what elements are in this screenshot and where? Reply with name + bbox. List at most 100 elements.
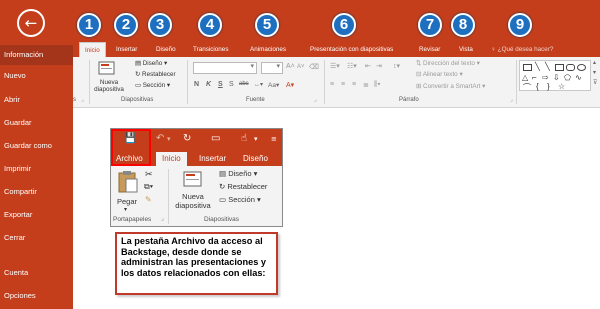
font-name-combo[interactable] — [193, 62, 257, 74]
dialog-launcher-icon[interactable]: ⌟ — [81, 96, 84, 103]
backstage-item-exportar[interactable]: Exportar — [0, 205, 73, 225]
gallery-scroll-up-icon[interactable]: ▴ — [593, 59, 596, 66]
dialog-launcher-icon[interactable]: ⌟ — [161, 215, 164, 222]
bold-button[interactable]: N — [194, 81, 199, 88]
inset-section-button[interactable]: ▭ Sección ▾ — [219, 195, 261, 204]
tab-vista[interactable]: Vista — [459, 42, 473, 57]
backstage-item-guardar[interactable]: Guardar — [0, 113, 73, 133]
reset-button[interactable]: ↻ Restablecer — [135, 71, 176, 78]
brace-left-shape-icon[interactable]: { — [536, 82, 539, 91]
brace-right-shape-icon[interactable]: } — [547, 82, 550, 91]
backstage-item-abrir[interactable]: Abrir — [0, 90, 73, 110]
backstage-item-compartir[interactable]: Compartir — [0, 182, 73, 202]
font-size-combo[interactable] — [261, 62, 283, 74]
inset-tab-inicio[interactable]: Inicio — [156, 152, 187, 166]
new-slide-button[interactable]: Nueva diapositiva — [92, 79, 126, 93]
tab-animaciones[interactable]: Animaciones — [250, 42, 286, 57]
backstage-item-imprimir[interactable]: Imprimir — [0, 159, 73, 179]
font-color-button[interactable]: A▾ — [286, 81, 294, 89]
qat-more-icon[interactable]: ≡ — [271, 135, 277, 143]
backstage-item-informacion[interactable]: Información — [0, 45, 73, 65]
inset-tab-diseno[interactable]: Diseño — [243, 152, 268, 166]
down-arrow-shape-icon[interactable]: ⇩ — [553, 73, 560, 82]
smartart-button[interactable]: ⊞ Convertir a SmartArt ▾ — [416, 83, 485, 90]
tab-diseno[interactable]: Diseño — [156, 42, 176, 57]
group-separator — [168, 169, 169, 224]
textbox-shape-icon[interactable] — [523, 64, 532, 71]
badge-1: 1 — [77, 13, 101, 37]
right-arrow-shape-icon[interactable]: ⇨ — [542, 73, 549, 82]
bullets-icon[interactable]: ☰▾ — [330, 62, 340, 70]
change-case-button[interactable]: Aa▾ — [268, 81, 279, 89]
redo-icon[interactable]: ↻ — [183, 133, 191, 144]
layout-label: Diseño — [142, 60, 163, 67]
back-arrow-icon[interactable]: ← — [17, 9, 45, 37]
copy-icon[interactable]: ⧉▾ — [144, 182, 153, 192]
curve-shape-icon[interactable]: ∿ — [575, 73, 582, 82]
pentagon-shape-icon[interactable]: ⬠ — [564, 73, 571, 82]
rectangle-shape-icon[interactable] — [555, 64, 564, 71]
increase-indent-icon[interactable]: ⇥ — [376, 62, 382, 70]
backstage-sidebar: ← Información Nuevo Abrir Guardar Guarda… — [0, 0, 73, 309]
inset-reset-button[interactable]: ↻ Restablecer — [219, 182, 267, 191]
slideshow-start-icon[interactable]: ▭ — [211, 133, 220, 144]
qat-customize-icon[interactable]: ▾ — [254, 135, 258, 143]
undo-icon[interactable]: ↶ — [156, 133, 164, 144]
paste-dropdown-icon[interactable]: ▾ — [124, 206, 127, 213]
layout-button[interactable]: ▤ Diseño ▾ — [135, 60, 167, 67]
clear-format-icon[interactable]: ⌫ — [309, 63, 319, 71]
align-text-button[interactable]: ⊟ Alinear texto ▾ — [416, 71, 463, 78]
touch-mode-icon[interactable]: ☝ — [241, 133, 247, 144]
backstage-item-cuenta[interactable]: Cuenta — [0, 263, 73, 283]
text-direction-button[interactable]: ⇅ Dirección del texto ▾ — [416, 60, 480, 67]
columns-icon[interactable]: ⫼▾ — [374, 81, 381, 89]
shadow-button[interactable]: S — [229, 81, 234, 88]
paragraph-group-label: Párrafo — [399, 97, 419, 103]
inset-new-slide-button[interactable]: Nueva diapositiva — [171, 192, 215, 210]
align-center-icon[interactable]: ≡ — [341, 81, 345, 88]
grow-font-icon[interactable]: A˄ — [286, 63, 295, 70]
elbow-connector-icon[interactable]: ⌐ — [532, 73, 537, 82]
tab-revisar[interactable]: Revisar — [419, 42, 440, 57]
format-painter-icon[interactable]: ✎ — [145, 195, 152, 204]
shapes-gallery[interactable]: ╲ ╲ △ ⌐ ⇨ ⇩ ⬠ ∿ ⌒ { } ☆ — [519, 60, 591, 93]
char-spacing-icon[interactable]: ↔▾ — [254, 81, 263, 88]
backstage-item-guardar-como[interactable]: Guardar como — [0, 136, 73, 156]
triangle-shape-icon[interactable]: △ — [522, 73, 528, 82]
line-shape-icon[interactable]: ╲ — [535, 62, 540, 71]
tab-transiciones[interactable]: Transiciones — [193, 42, 228, 57]
backstage-item-opciones[interactable]: Opciones — [0, 286, 73, 306]
gallery-more-icon[interactable]: ⊽ — [593, 79, 597, 86]
undo-dropdown-icon[interactable]: ▾ — [167, 135, 171, 143]
backstage-item-cerrar[interactable]: Cerrar — [0, 228, 73, 248]
paste-button[interactable]: Pegar — [117, 197, 137, 206]
italic-button[interactable]: K — [206, 81, 211, 88]
callout-text: La pestaña Archivo da acceso al Backstag… — [121, 236, 267, 278]
justify-icon[interactable]: ≣ — [363, 81, 369, 89]
align-left-icon[interactable]: ≡ — [330, 81, 334, 88]
rounded-rect-shape-icon[interactable] — [566, 64, 575, 71]
backstage-item-nuevo[interactable]: Nuevo — [0, 66, 73, 86]
line-spacing-icon[interactable]: ↕▾ — [393, 62, 400, 70]
inset-tab-insertar[interactable]: Insertar — [199, 152, 226, 166]
tab-presentacion[interactable]: Presentación con diapositivas — [310, 42, 393, 57]
underline-button[interactable]: S — [218, 81, 223, 88]
gallery-scroll-down-icon[interactable]: ▾ — [593, 69, 596, 76]
oval-shape-icon[interactable] — [577, 64, 586, 71]
star-shape-icon[interactable]: ☆ — [558, 82, 565, 91]
tell-me-box[interactable]: ♀ ¿Qué desea hacer? — [491, 42, 555, 57]
dialog-launcher-icon[interactable]: ⌟ — [510, 96, 513, 103]
inset-layout-button[interactable]: ▤ Diseño ▾ — [219, 169, 257, 178]
cut-icon[interactable]: ✂ — [145, 169, 153, 180]
numbering-icon[interactable]: ☷▾ — [347, 62, 357, 70]
arrow-shape-icon[interactable]: ╲ — [545, 62, 550, 71]
freeform-shape-icon[interactable]: ⌒ — [523, 82, 531, 93]
tab-insertar[interactable]: Insertar — [116, 42, 137, 57]
section-button[interactable]: ▭ Sección ▾ — [135, 82, 170, 89]
decrease-indent-icon[interactable]: ⇤ — [365, 62, 371, 70]
dialog-launcher-icon[interactable]: ⌟ — [314, 96, 317, 103]
strikethrough-button[interactable]: abc — [239, 81, 249, 87]
shrink-font-icon[interactable]: A˅ — [297, 64, 305, 70]
tab-inicio[interactable]: Inicio — [79, 42, 106, 57]
align-right-icon[interactable]: ≡ — [352, 81, 356, 88]
